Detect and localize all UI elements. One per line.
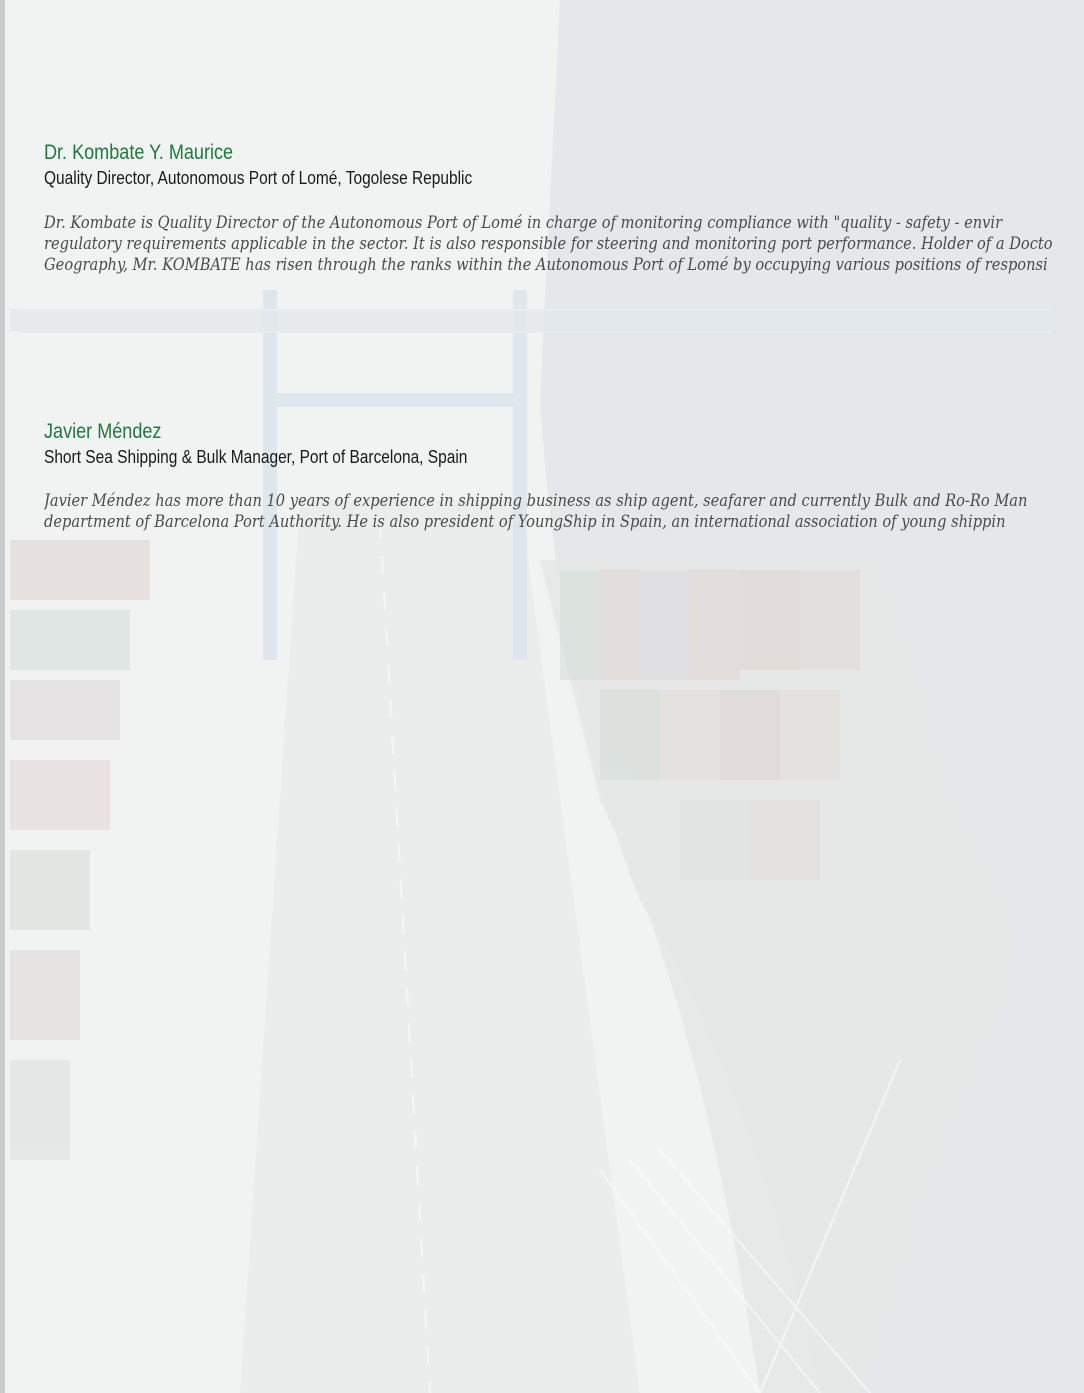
speaker-bio-line: regulatory requirements applicable in th… [44,234,1053,254]
speaker-name: Dr. Kombate Y. Maurice [44,141,234,164]
port-background-image [0,0,1084,1393]
speaker-role: Quality Director, Autonomous Port of Lom… [44,168,473,188]
left-edge-strip [0,0,5,1393]
speaker-bio-line: Geography, Mr. KOMBATE has risen through… [44,255,1048,275]
speaker-bio-line: department of Barcelona Port Authority. … [44,512,1006,532]
speaker-name: Javier Méndez [44,420,162,443]
speaker-role: Short Sea Shipping & Bulk Manager, Port … [44,447,468,467]
speaker-bio-line: Javier Méndez has more than 10 years of … [44,491,1028,511]
speaker-bio-line: Dr. Kombate is Quality Director of the A… [44,213,1003,233]
